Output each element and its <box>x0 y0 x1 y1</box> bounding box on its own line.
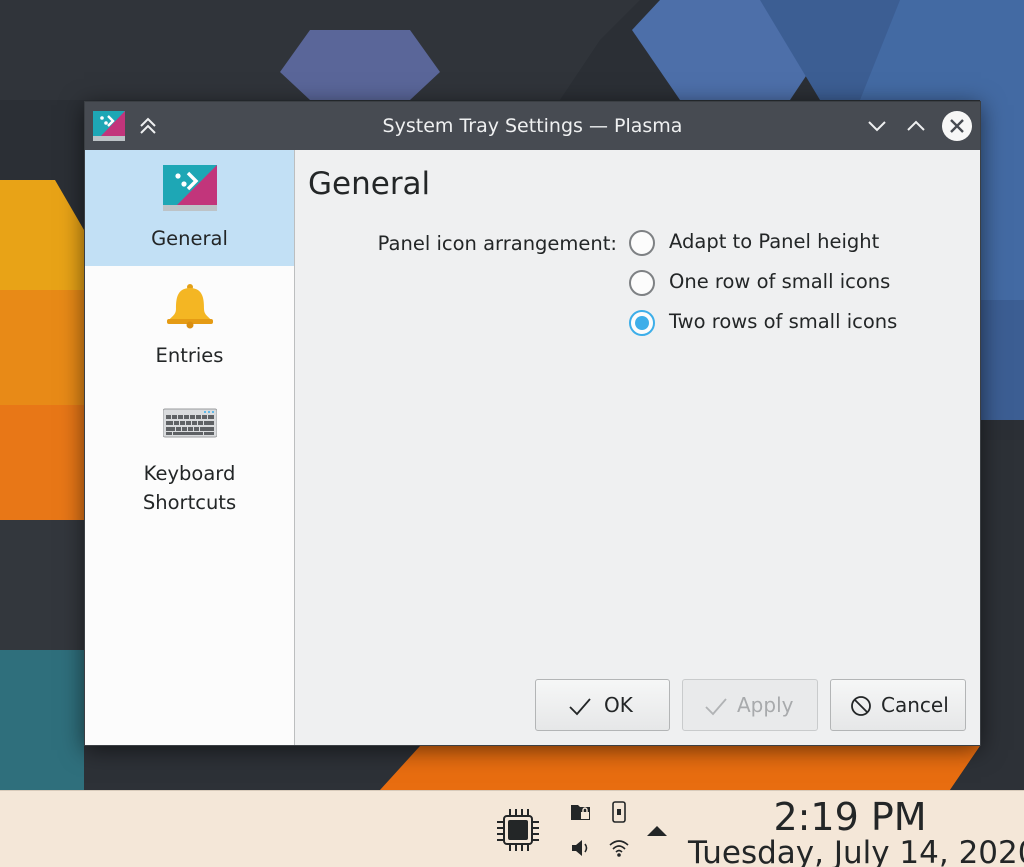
category-sidebar: General Entries Keyboard Shortcuts <box>85 150 295 745</box>
sidebar-item-keyboard-shortcuts[interactable]: Keyboard Shortcuts <box>85 382 294 522</box>
cpu-icon[interactable] <box>494 806 542 854</box>
volume-icon[interactable] <box>570 837 592 859</box>
radio-indicator <box>629 270 655 296</box>
window-title: System Tray Settings — Plasma <box>382 115 683 137</box>
clock-date[interactable]: Tuesday, July 14, 2020 <box>688 835 1024 867</box>
phone-icon[interactable] <box>608 801 630 823</box>
page-title: General <box>308 166 431 202</box>
sidebar-item-label-line1: Keyboard <box>143 462 236 485</box>
sidebar-item-label: General <box>151 227 228 250</box>
chevron-up-icon <box>907 120 925 131</box>
cancel-icon <box>849 694 873 718</box>
checkmark-icon <box>704 694 728 718</box>
sidebar-item-general[interactable]: General <box>85 150 294 266</box>
expand-arrow-icon[interactable] <box>646 823 668 837</box>
ok-button-label: OK <box>604 693 633 717</box>
radio-label: Adapt to Panel height <box>669 230 880 253</box>
window-titlebar[interactable]: System Tray Settings — Plasma <box>85 102 980 150</box>
maximize-button[interactable] <box>905 115 927 137</box>
sidebar-item-label: Entries <box>155 344 224 367</box>
minimize-button[interactable] <box>866 115 888 137</box>
close-icon <box>950 119 964 133</box>
cancel-button[interactable]: Cancel <box>830 679 966 731</box>
sidebar-item-label-line2: Shortcuts <box>142 491 237 514</box>
taskbar-panel: 2:19 PM Tuesday, July 14, 2020 <box>0 790 1024 867</box>
apply-button-label: Apply <box>737 693 794 717</box>
chevron-down-icon <box>868 121 886 132</box>
radio-indicator <box>629 230 655 256</box>
keyboard-icon <box>162 407 218 443</box>
cancel-button-label: Cancel <box>881 693 949 717</box>
ok-button[interactable]: OK <box>535 679 670 731</box>
preferences-icon <box>163 165 217 217</box>
clock-time[interactable]: 2:19 PM <box>700 795 1000 839</box>
settings-window: System Tray Settings — Plasma General En… <box>84 101 981 746</box>
radio-label: Two rows of small icons <box>669 310 898 333</box>
checkmark-icon <box>568 694 592 718</box>
radio-label: One row of small icons <box>669 270 891 293</box>
folder-lock-icon[interactable] <box>570 801 592 823</box>
apply-button[interactable]: Apply <box>682 679 818 731</box>
radio-indicator <box>629 310 655 336</box>
sidebar-item-entries[interactable]: Entries <box>85 266 294 382</box>
panel-icon-arrangement-label: Panel icon arrangement: <box>377 232 617 255</box>
wifi-icon[interactable] <box>608 837 630 859</box>
bell-icon <box>165 283 215 333</box>
close-button[interactable] <box>942 111 972 141</box>
